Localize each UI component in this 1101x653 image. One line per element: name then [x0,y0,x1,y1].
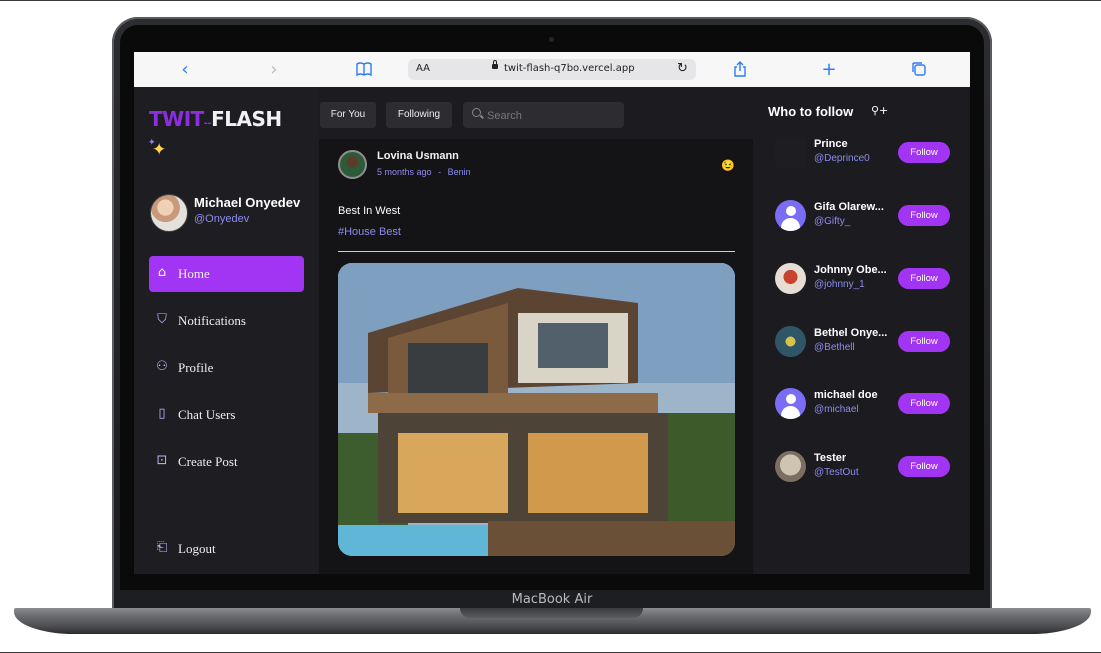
suggested-user-handle: @Deprince0 [814,153,870,164]
camera-icon [549,37,554,42]
suggested-user-name[interactable]: Gifa Olarew... [814,201,888,213]
sidebar-item-label: Profile [178,360,214,375]
sidebar-item-label: Create Post [178,454,238,469]
sidebar-item-label: Chat Users [178,407,236,422]
tabs-icon[interactable] [909,60,929,80]
suggested-user: Bethel Onye... @Bethell Follow [775,325,965,359]
who-to-follow-title: Who to follow [768,104,854,119]
suggested-user-handle: @TestOut [814,467,859,478]
current-user-handle: @Onyedev [194,213,250,225]
sidebar-item-create-post[interactable]: ⊡ Create Post [149,444,304,480]
app-logo[interactable]: TWIT--FLASH [149,107,282,131]
post-meta-separator: - [438,167,442,177]
sparkle-icon: ✦ ✦ [148,137,167,159]
new-tab-icon[interactable]: + [819,60,839,80]
follow-button[interactable]: Follow [898,393,950,414]
chat-icon: ▯ [158,406,166,421]
avatar[interactable] [775,200,806,231]
url-text: twit-flash-q7bo.vercel.app [504,63,635,74]
post-hashtag[interactable]: #House Best [338,226,401,238]
suggested-user-handle: @johnny_1 [814,279,865,290]
sidebar-item-chat-users[interactable]: ▯ Chat Users [149,397,304,433]
create-post-icon: ⊡ [156,453,168,468]
home-icon: ⌂ [157,265,167,280]
tab-following[interactable]: Following [386,102,452,128]
avatar[interactable] [775,451,806,482]
laptop-notch [460,608,643,618]
suggested-user: Prince @Deprince0 Follow [775,136,965,170]
sidebar-item-label: Notifications [178,313,246,328]
sidebar: TWIT--FLASH ✦ ✦ Michael Onyedev @Onyedev … [134,87,319,574]
lock-icon [492,60,498,69]
emoji-reaction-icon[interactable]: 😉 [721,159,735,172]
post-meta: 5 months ago - Benin [377,167,471,177]
post-divider [338,251,735,252]
bookmarks-icon[interactable] [354,60,374,80]
screen: ‹ › AA twit-flash-q7bo.vercel.app ↻ + TW… [134,52,970,574]
current-user-name: Michael Onyedev [194,195,301,210]
sidebar-item-home[interactable]: ⌂ Home [149,256,304,292]
logout-button[interactable]: ⎗ Logout [149,531,304,567]
suggested-user: Johnny Obe... @johnny_1 Follow [775,262,965,296]
top-border-line [0,0,1101,1]
post-image[interactable] [338,263,735,556]
address-bar[interactable]: AA twit-flash-q7bo.vercel.app ↻ [408,59,696,80]
suggested-user-name[interactable]: Bethel Onye... [814,327,888,339]
follow-button[interactable]: Follow [898,142,950,163]
avatar[interactable] [775,263,806,294]
sidebar-item-notifications[interactable]: ⛉ Notifications [149,303,304,339]
suggested-user-name[interactable]: Prince [814,138,888,150]
search-input[interactable] [485,106,619,126]
suggested-user-name[interactable]: Johnny Obe... [814,264,888,276]
suggested-user-handle: @michael [814,404,859,415]
avatar[interactable] [150,194,188,232]
follow-button[interactable]: Follow [898,331,950,352]
post-time: 5 months ago [377,167,432,177]
share-icon[interactable] [730,60,750,80]
feed-tabs: For You Following [319,87,753,139]
post-location: Benin [447,167,471,177]
suggested-user-name[interactable]: michael doe [814,389,888,401]
sidebar-item-label: Home [178,266,210,281]
forward-icon[interactable]: › [264,60,284,80]
bell-icon: ⛉ [157,312,167,327]
who-to-follow-panel: Who to follow ⚲+ Prince @Deprince0 Follo… [753,87,970,574]
post-card: Lovina Usmann 5 months ago - Benin 😉 Bes… [319,139,753,574]
suggested-user: Gifa Olarew... @Gifty_ Follow [775,199,965,233]
suggested-user: Tester @TestOut Follow [775,450,965,484]
follow-button[interactable]: Follow [898,268,950,289]
browser-toolbar: ‹ › AA twit-flash-q7bo.vercel.app ↻ + [134,52,970,88]
device-label: MacBook Air [511,592,593,607]
post-author[interactable]: Lovina Usmann [377,150,459,162]
suggested-user: michael doe @michael Follow [775,387,965,421]
post-text: Best In West [338,205,401,217]
add-user-icon: ⚲+ [871,104,889,117]
search-icon [472,108,481,117]
sidebar-item-profile[interactable]: ⚇ Profile [149,350,304,386]
suggested-user-handle: @Gifty_ [814,216,851,227]
tab-for-you[interactable]: For You [320,102,376,128]
logout-icon: ⎗ [156,540,168,555]
reader-aa-button[interactable]: AA [416,63,430,74]
suggested-user-name[interactable]: Tester [814,452,888,464]
avatar[interactable] [775,326,806,357]
follow-button[interactable]: Follow [898,205,950,226]
user-icon: ⚇ [156,359,168,374]
reload-icon[interactable]: ↻ [677,61,688,76]
suggested-user-handle: @Bethell [814,342,855,353]
back-icon[interactable]: ‹ [175,60,195,80]
main-feed: For You Following Lovina Usmann 5 months… [319,87,753,574]
follow-button[interactable]: Follow [898,456,950,477]
avatar[interactable] [338,150,367,179]
search-box [463,102,624,128]
logout-label: Logout [178,541,216,556]
avatar[interactable] [775,388,806,419]
avatar[interactable] [775,137,806,168]
